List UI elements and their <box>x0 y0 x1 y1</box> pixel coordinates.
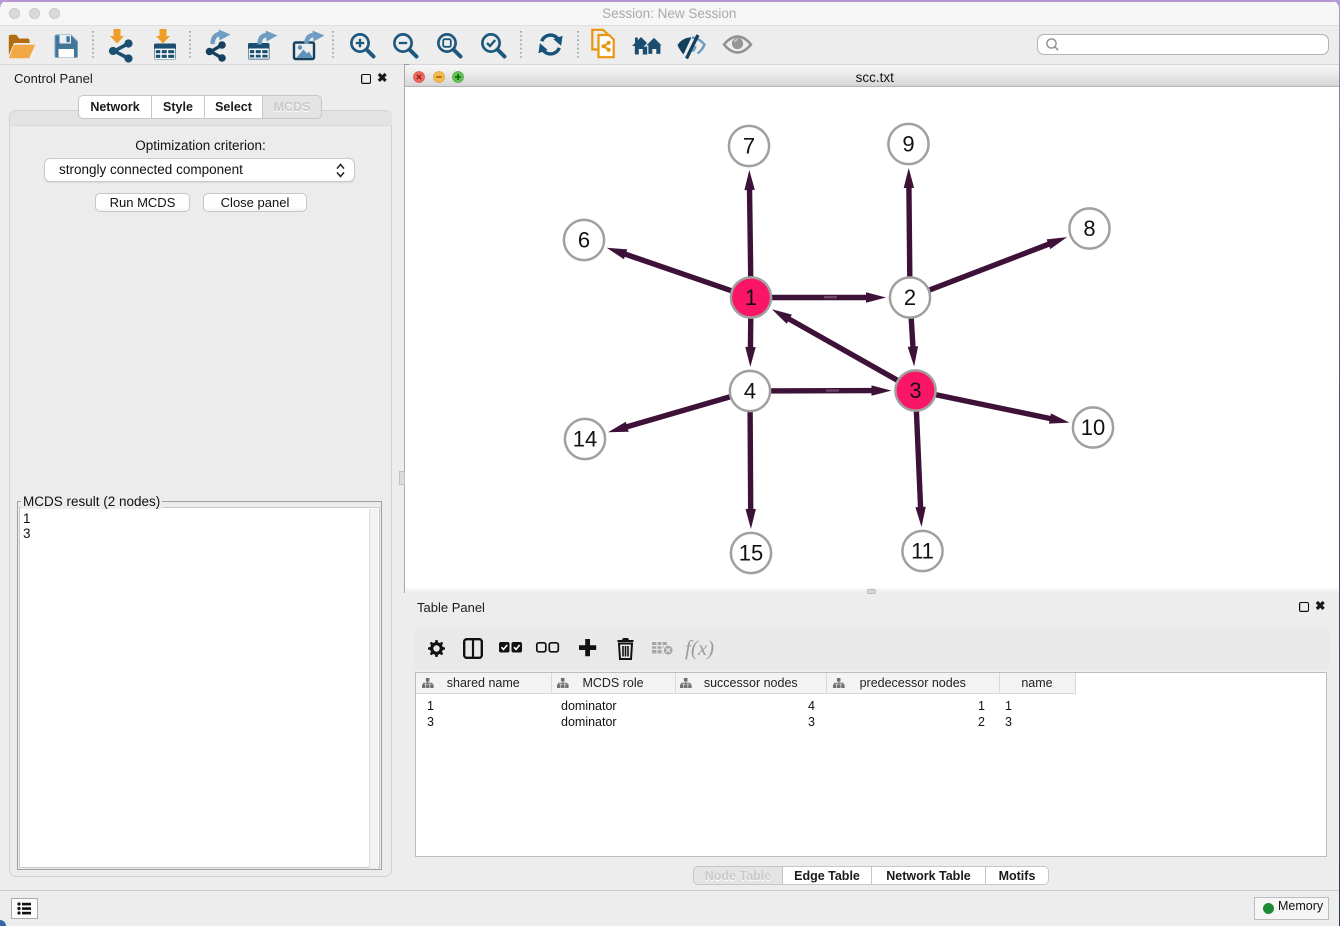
svg-text:14: 14 <box>573 427 597 452</box>
svg-text:2: 2 <box>904 285 916 310</box>
svg-text:4: 4 <box>744 379 756 404</box>
svg-text:15: 15 <box>739 541 763 566</box>
svg-text:8: 8 <box>1083 216 1095 241</box>
svg-text:6: 6 <box>578 228 590 253</box>
svg-text:1: 1 <box>745 285 757 310</box>
svg-text:11: 11 <box>911 539 934 564</box>
svg-text:7: 7 <box>743 134 755 159</box>
svg-text:9: 9 <box>902 132 914 157</box>
svg-text:3: 3 <box>909 378 921 403</box>
svg-text:f(x): f(x) <box>685 636 714 660</box>
svg-text:10: 10 <box>1081 415 1105 440</box>
